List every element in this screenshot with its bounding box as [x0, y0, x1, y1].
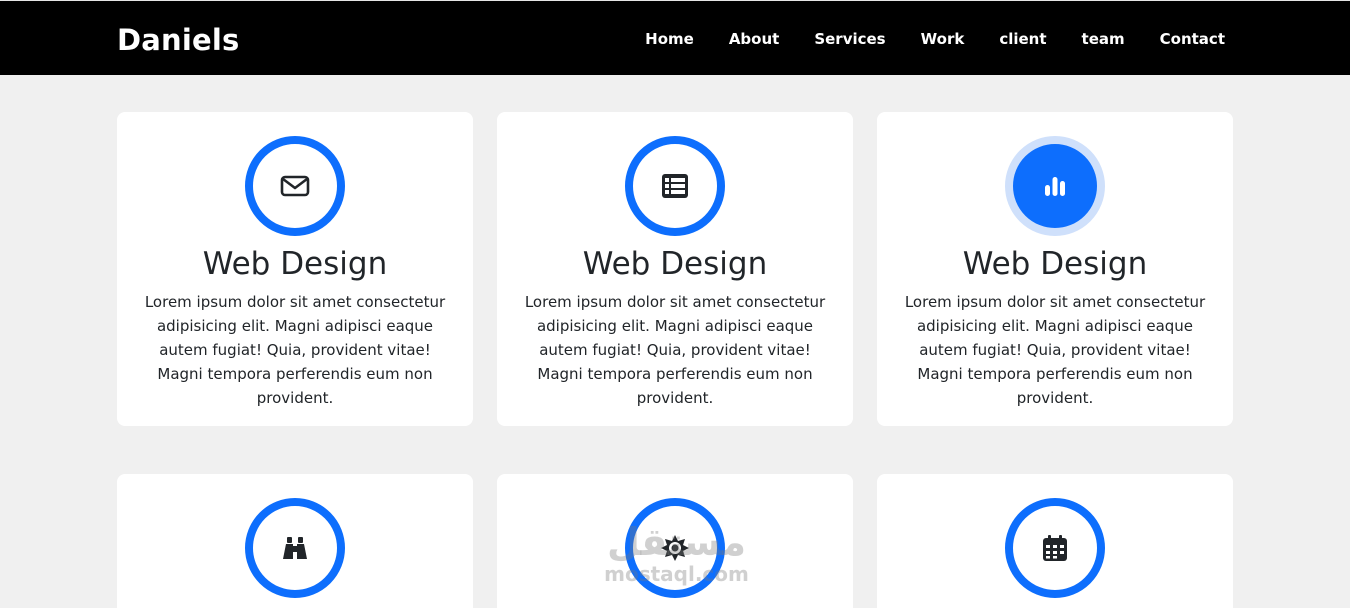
navbar: Daniels Home About Services Work client … [0, 0, 1350, 75]
service-icon-circle [245, 136, 345, 236]
nav-link-work[interactable]: Work [921, 27, 965, 51]
bar-chart-icon [1045, 177, 1065, 196]
service-icon-circle-active [1005, 136, 1105, 236]
service-icon-circle [625, 136, 725, 236]
service-card-3: Web Design Lorem ipsum dolor sit amet co… [877, 112, 1233, 426]
brand-logo[interactable]: Daniels [117, 21, 240, 59]
nav-link-services[interactable]: Services [814, 27, 885, 51]
camera-shutter-icon [661, 535, 689, 561]
service-card-2: Web Design Lorem ipsum dolor sit amet co… [497, 112, 853, 426]
card-title: Web Design [962, 246, 1148, 282]
service-icon-circle [1005, 498, 1105, 598]
card-title: Web Design [582, 246, 768, 282]
calendar-icon [1043, 535, 1067, 561]
card-title: Web Design [202, 246, 388, 282]
card-text: Lorem ipsum dolor sit amet consectetur a… [524, 293, 826, 407]
card-text: Lorem ipsum dolor sit amet consectetur a… [144, 293, 446, 407]
service-icon-circle [625, 498, 725, 598]
nav-link-about[interactable]: About [729, 27, 780, 51]
nav-link-home[interactable]: Home [645, 27, 694, 51]
envelope-icon [280, 175, 310, 197]
binoculars-icon [283, 537, 307, 559]
nav-link-team[interactable]: team [1082, 27, 1125, 51]
service-card-5 [497, 474, 853, 608]
service-card-4 [117, 474, 473, 608]
service-card-6 [877, 474, 1233, 608]
table-list-icon [662, 174, 688, 198]
nav-links: Home About Services Work client team Con… [645, 27, 1225, 51]
nav-link-contact[interactable]: Contact [1160, 27, 1225, 51]
service-icon-circle [245, 498, 345, 598]
card-text: Lorem ipsum dolor sit amet consectetur a… [904, 293, 1206, 407]
nav-link-client[interactable]: client [999, 27, 1046, 51]
service-card-1: Web Design Lorem ipsum dolor sit amet co… [117, 112, 473, 426]
